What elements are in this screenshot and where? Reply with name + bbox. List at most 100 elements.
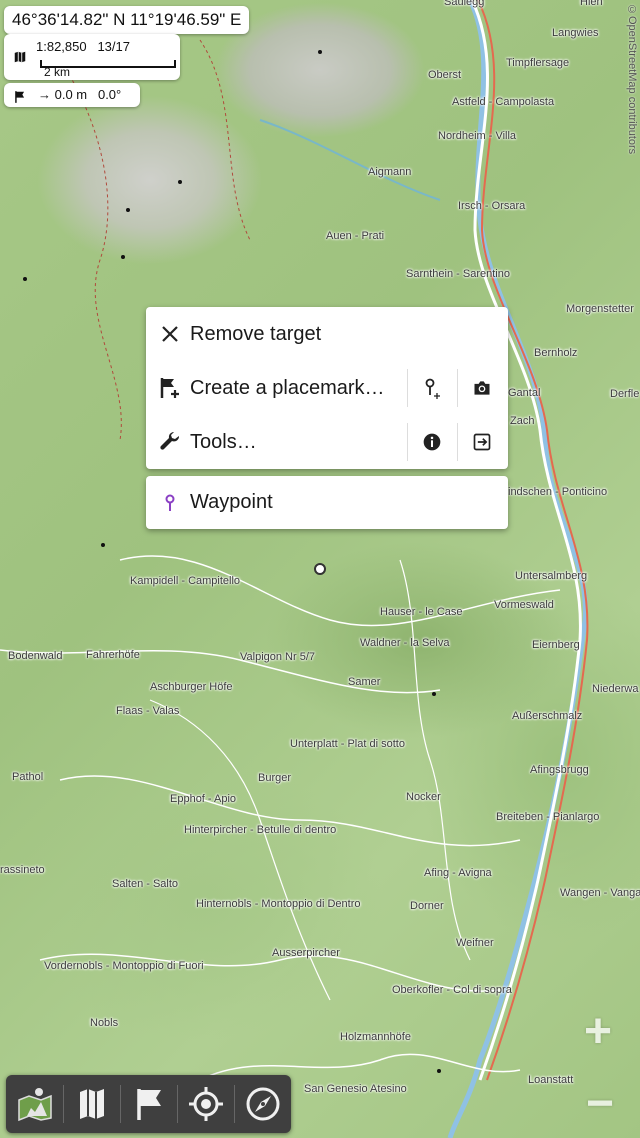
flag-button[interactable] [120, 1075, 177, 1133]
scale-readout[interactable]: 1:82,850 13/17 2 km [4, 34, 180, 80]
place-label: rassineto [0, 864, 45, 876]
peak-marker [437, 1069, 441, 1073]
place-label: Hinterpircher - Betulle di dentro [184, 824, 337, 836]
peak-marker [121, 255, 125, 259]
place-label: Irsch - Orsara [458, 200, 526, 212]
create-placemark-label: Create a placemark… [190, 377, 385, 399]
place-label: Langwies [552, 27, 599, 39]
scale-bar-label: 2 km [44, 65, 71, 79]
place-label: Untersalmberg [515, 570, 588, 582]
create-placemark-item[interactable]: Create a placemark… [146, 361, 508, 415]
place-label: Wangen - Vanga [560, 887, 640, 899]
place-label: Burger [258, 772, 292, 784]
zoom-level: 13/17 [97, 39, 130, 54]
peak-marker [23, 277, 27, 281]
place-label: Afingsbrugg [530, 764, 589, 776]
place-label: Holzmannhöfe [340, 1031, 411, 1043]
coordinates-text: 46°36'14.82" N 11°19'46.59" E [12, 10, 242, 29]
waypoint-menu: Waypoint [146, 476, 508, 529]
place-label: Hien [580, 0, 603, 8]
peak-marker [126, 208, 130, 212]
place-label: Fahrerhöfe [86, 649, 140, 661]
bearing-value: 0.0° [97, 87, 122, 102]
place-label: indschen - Ponticino [508, 486, 608, 498]
camera-button[interactable] [457, 369, 507, 407]
waypoint-pin-icon [158, 491, 182, 515]
place-label: Gantal [508, 387, 541, 399]
compass-button[interactable] [234, 1075, 291, 1133]
place-label: Aschburger Höfe [150, 681, 233, 693]
place-label: Vormeswald [494, 599, 554, 611]
place-label: Oberkofler - Col di sopra [392, 984, 512, 996]
peak-marker [178, 180, 182, 184]
place-label: Breiteben - Pianlargo [496, 811, 600, 823]
place-label: San Genesio Atesino [304, 1083, 407, 1095]
peak-marker [101, 543, 105, 547]
place-label: Samer [348, 676, 381, 688]
place-label: Sarnthein - Sarentino [406, 268, 510, 280]
place-label: Pathol [12, 771, 44, 783]
place-label: Auen - Prati [326, 230, 385, 242]
place-label: Saulegg [444, 0, 485, 8]
place-label: Morgenstetter [566, 303, 634, 315]
distance-readout[interactable]: → 0.0 m 0.0° [4, 83, 140, 107]
place-label: Nocker [406, 791, 441, 803]
zoom-in-button[interactable]: + [584, 1004, 612, 1059]
place-label: Ausserpircher [272, 947, 340, 959]
tools-item[interactable]: Tools… [146, 415, 508, 469]
waypoint-label: Waypoint [190, 491, 273, 513]
place-label: Oberst [428, 69, 462, 81]
place-label: Loanstatt [528, 1074, 574, 1086]
close-icon [158, 322, 182, 346]
remove-target-item[interactable]: Remove target [146, 307, 508, 361]
place-label: Hinternobls - Montoppio di Dentro [196, 898, 361, 910]
bottom-toolbar [6, 1075, 291, 1133]
place-label: Aigmann [368, 166, 412, 178]
place-label: Afing - Avigna [424, 867, 492, 879]
gps-button[interactable] [177, 1075, 234, 1133]
place-label: Flaas - Valas [116, 705, 180, 717]
place-label: Nordheim - Villa [438, 130, 517, 142]
place-label: Salten - Salto [112, 878, 179, 890]
place-label: Zach [510, 415, 535, 427]
tools-label: Tools… [190, 431, 257, 453]
place-label: Eiernberg [532, 639, 580, 651]
wrench-icon [158, 430, 182, 454]
distance-value: → 0.0 m [38, 87, 88, 102]
scale-ratio: 1:82,850 [36, 39, 87, 54]
place-label: Derfle [610, 388, 640, 400]
map-attribution: ©OpenStreetMap contributors [626, 4, 638, 155]
context-menu: Remove target Create a placemark… Tools… [146, 307, 508, 469]
add-waypoint-button[interactable] [407, 369, 457, 407]
waypoint-item[interactable]: Waypoint [146, 476, 508, 529]
peak-marker [318, 50, 322, 54]
place-label: Bernholz [534, 347, 578, 359]
place-label: Waldner - la Selva [360, 637, 450, 649]
place-label: Hauser - le Case [380, 606, 463, 618]
map-button[interactable] [63, 1075, 120, 1133]
place-label: Valpigon Nr 5/7 [240, 651, 316, 663]
map-icon [13, 50, 27, 69]
remove-target-label: Remove target [190, 323, 322, 345]
maps-button[interactable] [6, 1075, 63, 1133]
place-label: Nobls [90, 1017, 119, 1029]
place-label: Weifner [456, 937, 494, 949]
zoom-out-button[interactable]: − [586, 1076, 614, 1131]
place-label: Epphof - Apio [170, 793, 237, 805]
export-button[interactable] [457, 423, 507, 461]
place-label: Vordernobls - Montoppio di Fuori [44, 960, 204, 972]
place-label: Astfeld - Campolasta [452, 96, 555, 108]
coordinates-readout[interactable]: 46°36'14.82" N 11°19'46.59" E [4, 6, 250, 34]
add-flag-icon [158, 376, 182, 400]
place-label: Bodenwald [8, 650, 63, 662]
place-label: Kampidell - Campitello [130, 575, 241, 587]
place-label: Timpflersage [506, 57, 570, 69]
place-label: Dorner [410, 900, 444, 912]
peak-marker [432, 692, 436, 696]
topographic-map[interactable]: Saulegg Hien Langwies Oberst Timpflersag… [0, 0, 640, 1138]
place-label: Niederwa [592, 683, 639, 695]
place-label: Außerschmalz [512, 710, 583, 722]
info-button[interactable] [407, 423, 457, 461]
flag-icon [13, 88, 27, 112]
place-label: Unterplatt - Plat di sotto [290, 738, 405, 750]
